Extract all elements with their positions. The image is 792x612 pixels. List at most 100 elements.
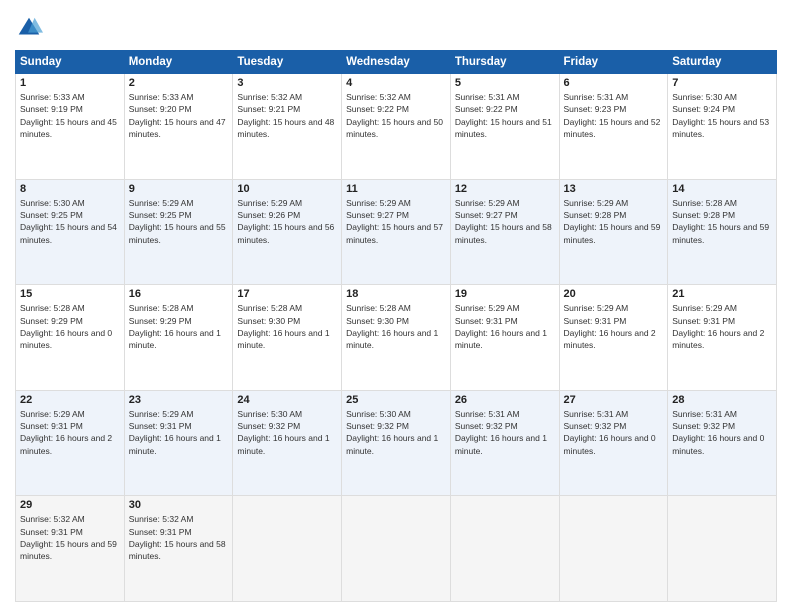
calendar-table: SundayMondayTuesdayWednesdayThursdayFrid… [15, 50, 777, 602]
calendar-cell: 9 Sunrise: 5:29 AMSunset: 9:25 PMDaylight… [124, 179, 233, 285]
weekday-header-monday: Monday [124, 51, 233, 74]
day-number: 20 [564, 288, 664, 300]
day-number: 15 [20, 288, 120, 300]
day-info: Sunrise: 5:31 AMSunset: 9:22 PMDaylight:… [455, 91, 555, 140]
day-number: 1 [20, 77, 120, 89]
calendar-week-3: 15 Sunrise: 5:28 AMSunset: 9:29 PMDayligh… [16, 285, 777, 391]
day-number: 22 [20, 394, 120, 406]
calendar-cell [233, 496, 342, 602]
day-info: Sunrise: 5:28 AMSunset: 9:29 PMDaylight:… [129, 302, 229, 351]
day-number: 18 [346, 288, 446, 300]
day-info: Sunrise: 5:29 AMSunset: 9:27 PMDaylight:… [346, 197, 446, 246]
calendar-cell [450, 496, 559, 602]
calendar-cell: 28 Sunrise: 5:31 AMSunset: 9:32 PMDayligh… [668, 390, 777, 496]
day-number: 10 [237, 183, 337, 195]
day-info: Sunrise: 5:33 AMSunset: 9:20 PMDaylight:… [129, 91, 229, 140]
calendar-cell: 5Sunrise: 5:31 AMSunset: 9:22 PMDaylight… [450, 74, 559, 180]
calendar-cell [668, 496, 777, 602]
day-number: 2 [129, 77, 229, 89]
calendar-cell: 14 Sunrise: 5:28 AMSunset: 9:28 PMDayligh… [668, 179, 777, 285]
calendar-cell: 2 Sunrise: 5:33 AMSunset: 9:20 PMDaylight… [124, 74, 233, 180]
day-info: Sunrise: 5:32 AMSunset: 9:22 PMDaylight:… [346, 91, 446, 140]
logo [15, 14, 47, 42]
page: SundayMondayTuesdayWednesdayThursdayFrid… [0, 0, 792, 612]
day-info: Sunrise: 5:28 AMSunset: 9:30 PMDaylight:… [237, 302, 337, 351]
day-info: Sunrise: 5:28 AMSunset: 9:30 PMDaylight:… [346, 302, 446, 351]
day-number: 3 [237, 77, 337, 89]
day-info: Sunrise: 5:31 AMSunset: 9:32 PMDaylight:… [564, 408, 664, 457]
day-info: Sunrise: 5:28 AMSunset: 9:29 PMDaylight:… [20, 302, 120, 351]
day-number: 29 [20, 499, 120, 511]
calendar-cell [559, 496, 668, 602]
calendar-cell: 27 Sunrise: 5:31 AMSunset: 9:32 PMDayligh… [559, 390, 668, 496]
day-number: 25 [346, 394, 446, 406]
day-number: 26 [455, 394, 555, 406]
day-number: 16 [129, 288, 229, 300]
day-number: 13 [564, 183, 664, 195]
calendar-cell: 17 Sunrise: 5:28 AMSunset: 9:30 PMDayligh… [233, 285, 342, 391]
day-info: Sunrise: 5:33 AMSunset: 9:19 PMDaylight:… [20, 91, 120, 140]
day-info: Sunrise: 5:32 AMSunset: 9:21 PMDaylight:… [237, 91, 337, 140]
calendar-cell: 12 Sunrise: 5:29 AMSunset: 9:27 PMDayligh… [450, 179, 559, 285]
day-info: Sunrise: 5:31 AMSunset: 9:32 PMDaylight:… [455, 408, 555, 457]
calendar-cell: 29 Sunrise: 5:32 AMSunset: 9:31 PMDayligh… [16, 496, 125, 602]
day-info: Sunrise: 5:31 AMSunset: 9:23 PMDaylight:… [564, 91, 664, 140]
weekday-header-row: SundayMondayTuesdayWednesdayThursdayFrid… [16, 51, 777, 74]
day-info: Sunrise: 5:29 AMSunset: 9:31 PMDaylight:… [672, 302, 772, 351]
day-number: 11 [346, 183, 446, 195]
day-number: 23 [129, 394, 229, 406]
day-info: Sunrise: 5:30 AMSunset: 9:32 PMDaylight:… [346, 408, 446, 457]
day-number: 12 [455, 183, 555, 195]
day-info: Sunrise: 5:28 AMSunset: 9:28 PMDaylight:… [672, 197, 772, 246]
calendar-cell: 10Sunrise: 5:29 AMSunset: 9:26 PMDayligh… [233, 179, 342, 285]
day-info: Sunrise: 5:31 AMSunset: 9:32 PMDaylight:… [672, 408, 772, 457]
weekday-header-saturday: Saturday [668, 51, 777, 74]
weekday-header-friday: Friday [559, 51, 668, 74]
day-info: Sunrise: 5:32 AMSunset: 9:31 PMDaylight:… [20, 513, 120, 562]
day-info: Sunrise: 5:29 AMSunset: 9:25 PMDaylight:… [129, 197, 229, 246]
day-info: Sunrise: 5:29 AMSunset: 9:31 PMDaylight:… [564, 302, 664, 351]
calendar-week-5: 29 Sunrise: 5:32 AMSunset: 9:31 PMDayligh… [16, 496, 777, 602]
day-info: Sunrise: 5:29 AMSunset: 9:31 PMDaylight:… [455, 302, 555, 351]
calendar-week-4: 22 Sunrise: 5:29 AMSunset: 9:31 PMDayligh… [16, 390, 777, 496]
calendar-cell: 1 Sunrise: 5:33 AMSunset: 9:19 PMDaylight… [16, 74, 125, 180]
calendar-cell: 25 Sunrise: 5:30 AMSunset: 9:32 PMDayligh… [342, 390, 451, 496]
calendar-cell: 16 Sunrise: 5:28 AMSunset: 9:29 PMDayligh… [124, 285, 233, 391]
calendar-cell: 24 Sunrise: 5:30 AMSunset: 9:32 PMDayligh… [233, 390, 342, 496]
calendar-cell: 22 Sunrise: 5:29 AMSunset: 9:31 PMDayligh… [16, 390, 125, 496]
day-number: 27 [564, 394, 664, 406]
calendar-cell: 18 Sunrise: 5:28 AMSunset: 9:30 PMDayligh… [342, 285, 451, 391]
day-info: Sunrise: 5:30 AMSunset: 9:25 PMDaylight:… [20, 197, 120, 246]
day-number: 30 [129, 499, 229, 511]
calendar-cell: 7Sunrise: 5:30 AMSunset: 9:24 PMDaylight… [668, 74, 777, 180]
day-number: 7 [672, 77, 772, 89]
calendar-cell: 4 Sunrise: 5:32 AMSunset: 9:22 PMDaylight… [342, 74, 451, 180]
calendar-cell: 20 Sunrise: 5:29 AMSunset: 9:31 PMDayligh… [559, 285, 668, 391]
calendar-cell: 19 Sunrise: 5:29 AMSunset: 9:31 PMDayligh… [450, 285, 559, 391]
calendar-cell: 6 Sunrise: 5:31 AMSunset: 9:23 PMDaylight… [559, 74, 668, 180]
day-number: 24 [237, 394, 337, 406]
day-info: Sunrise: 5:29 AMSunset: 9:31 PMDaylight:… [20, 408, 120, 457]
calendar-week-1: 1 Sunrise: 5:33 AMSunset: 9:19 PMDaylight… [16, 74, 777, 180]
calendar-cell: 8 Sunrise: 5:30 AMSunset: 9:25 PMDaylight… [16, 179, 125, 285]
day-number: 21 [672, 288, 772, 300]
day-info: Sunrise: 5:30 AMSunset: 9:32 PMDaylight:… [237, 408, 337, 457]
calendar-cell: 23 Sunrise: 5:29 AMSunset: 9:31 PMDayligh… [124, 390, 233, 496]
day-number: 9 [129, 183, 229, 195]
day-info: Sunrise: 5:29 AMSunset: 9:27 PMDaylight:… [455, 197, 555, 246]
day-number: 28 [672, 394, 772, 406]
day-number: 14 [672, 183, 772, 195]
day-number: 8 [20, 183, 120, 195]
day-info: Sunrise: 5:29 AMSunset: 9:31 PMDaylight:… [129, 408, 229, 457]
day-number: 17 [237, 288, 337, 300]
calendar-cell: 26 Sunrise: 5:31 AMSunset: 9:32 PMDayligh… [450, 390, 559, 496]
header [15, 10, 777, 42]
day-number: 19 [455, 288, 555, 300]
day-info: Sunrise: 5:32 AMSunset: 9:31 PMDaylight:… [129, 513, 229, 562]
weekday-header-tuesday: Tuesday [233, 51, 342, 74]
weekday-header-sunday: Sunday [16, 51, 125, 74]
weekday-header-thursday: Thursday [450, 51, 559, 74]
day-number: 6 [564, 77, 664, 89]
day-info: Sunrise: 5:29 AMSunset: 9:28 PMDaylight:… [564, 197, 664, 246]
day-number: 4 [346, 77, 446, 89]
